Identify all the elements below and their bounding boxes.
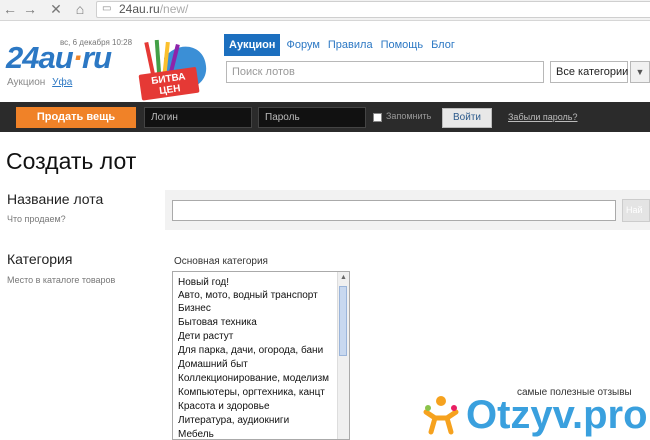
scrollbar-thumb[interactable] [339,286,347,356]
date-time: вс, 6 декабря 10:28 [60,38,133,47]
list-item[interactable]: Мебель [178,428,214,439]
tab-forum[interactable]: Форум [286,34,319,56]
login-button[interactable]: Войти [442,108,492,128]
main-nav: Аукцион Форум Правила Помощь Блог [224,34,463,56]
listbox-scrollbar[interactable]: ▲ [337,272,349,439]
section-label: Аукцион [7,77,46,88]
tab-blog[interactable]: Блог [431,34,455,56]
back-icon[interactable]: ← [2,1,18,17]
password-input[interactable]: Пароль [258,107,366,128]
sell-item-button[interactable]: Продать вещь [16,107,136,128]
city-row: Аукцион Уфа [7,77,72,88]
city-link[interactable]: Уфа [52,77,72,88]
address-text: 24au.ru/new/ [119,2,189,16]
chevron-down-icon[interactable]: ▼ [630,61,650,83]
scroll-up-icon[interactable]: ▲ [338,272,349,283]
main-category-listbox[interactable]: Новый год! Авто, мото, водный транспорт … [172,271,350,440]
promo-banner[interactable]: БИТВА ЦЕН [134,36,214,102]
login-input[interactable]: Логин [144,107,252,128]
list-item[interactable]: Домашний быт [178,358,248,371]
lot-name-input[interactable] [172,200,616,221]
close-icon[interactable]: ✕ [48,1,64,17]
main-category-label: Основная категория [174,256,268,267]
list-item[interactable]: Для парка, дачи, огорода, бани [178,344,323,357]
find-button[interactable]: Най [622,199,650,222]
remember-label: Запомнить [386,111,432,121]
lot-name-hint: Что продаем? [7,214,66,224]
list-item[interactable]: Красота и здоровье [178,400,270,413]
list-item[interactable]: Компьютеры, оргтехника, канцт [178,386,325,399]
tab-rules[interactable]: Правила [328,34,373,56]
page-title: Создать лот [6,148,137,174]
search-placeholder: Поиск лотов [232,66,295,78]
list-item[interactable]: Бытовая техника [178,316,257,329]
forgot-password-link[interactable]: Забыли пароль? [508,112,577,122]
category-label: Категория [7,251,73,267]
list-item[interactable]: Дети растут [178,330,233,343]
remember-checkbox[interactable] [373,113,382,122]
watermark-figure-icon [423,396,459,435]
category-hint: Место в каталоге товаров [7,275,116,285]
home-icon[interactable]: ⌂ [72,1,88,17]
password-placeholder: Пароль [265,112,300,123]
address-bar[interactable]: ▭ 24au.ru/new/ [96,1,650,18]
list-item[interactable]: Коллекционирование, моделизм [178,372,329,385]
forward-icon[interactable]: → [22,1,38,17]
category-select[interactable]: Все категории [550,61,628,83]
list-item[interactable]: Бизнес [178,302,211,315]
tab-help[interactable]: Помощь [381,34,424,56]
page-icon: ▭ [102,3,112,14]
list-item[interactable]: Литература, аудиокниги [178,414,289,427]
category-select-value: Все категории [556,66,629,78]
list-item[interactable]: Новый год! [178,276,229,289]
search-input[interactable]: Поиск лотов [226,61,544,83]
watermark-brand: Otzyv.pro [466,393,648,437]
lot-name-label: Название лота [7,191,104,207]
login-placeholder: Логин [151,112,178,123]
tab-auction[interactable]: Аукцион [224,34,281,56]
list-item[interactable]: Авто, мото, водный транспорт [178,289,318,302]
